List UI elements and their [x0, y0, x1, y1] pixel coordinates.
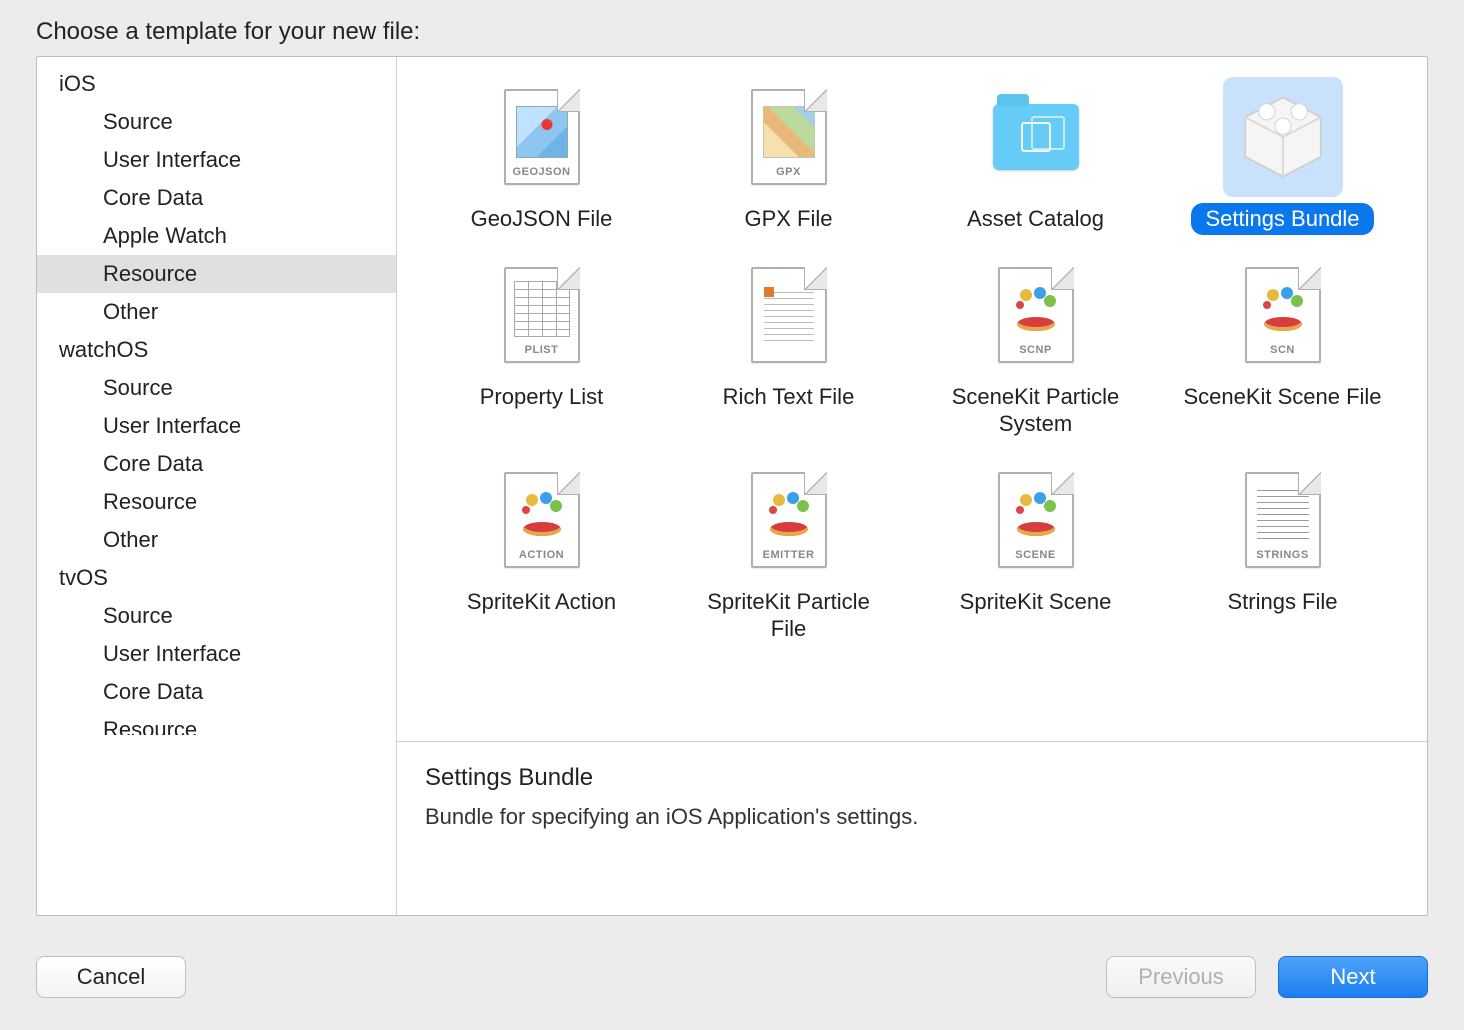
- template-grid: GEOJSON GeoJSON File GPX GPX File: [397, 57, 1427, 741]
- plist-file-icon: PLIST: [504, 267, 580, 363]
- sidebar-item-watchos-other[interactable]: Other: [37, 521, 396, 559]
- sidebar-item-ios-source[interactable]: Source: [37, 103, 396, 141]
- template-label: SceneKit Particle System: [921, 381, 1151, 440]
- template-label: GeoJSON File: [457, 203, 627, 235]
- template-label: Asset Catalog: [953, 203, 1118, 235]
- previous-button: Previous: [1106, 956, 1256, 998]
- template-label: Settings Bundle: [1191, 203, 1373, 235]
- scn-file-icon: SCN: [1245, 267, 1321, 363]
- sidebar-item-watchos-user-interface[interactable]: User Interface: [37, 407, 396, 445]
- sheet-footer: Cancel Previous Next: [36, 956, 1428, 998]
- template-label: SpriteKit Scene: [946, 586, 1126, 618]
- template-strings-file[interactable]: STRINGS Strings File: [1164, 460, 1401, 645]
- sidebar-item-tvos-core-data[interactable]: Core Data: [37, 673, 396, 711]
- description-text: Bundle for specifying an iOS Application…: [425, 804, 1399, 830]
- sidebar-platform-tvos[interactable]: tvOS: [37, 559, 396, 597]
- cancel-button[interactable]: Cancel: [36, 956, 186, 998]
- sidebar-platform-ios[interactable]: iOS: [37, 65, 396, 103]
- template-settings-bundle[interactable]: Settings Bundle: [1164, 77, 1401, 235]
- template-rich-text-file[interactable]: Rich Text File: [670, 255, 907, 440]
- sheet-heading: Choose a template for your new file:: [36, 18, 1428, 46]
- sk-scene-file-icon: SCENE: [998, 472, 1074, 568]
- description-title: Settings Bundle: [425, 764, 1399, 792]
- new-file-template-sheet: Choose a template for your new file: iOS…: [0, 0, 1454, 1020]
- sidebar-item-ios-apple-watch[interactable]: Apple Watch: [37, 217, 396, 255]
- asset-catalog-folder-icon: [993, 104, 1079, 170]
- template-geojson-file[interactable]: GEOJSON GeoJSON File: [423, 77, 660, 235]
- template-property-list[interactable]: PLIST Property List: [423, 255, 660, 440]
- template-spritekit-action[interactable]: ACTION SpriteKit Action: [423, 460, 660, 645]
- sidebar-item-tvos-resource[interactable]: Resource: [37, 711, 396, 735]
- settings-bundle-icon: [1238, 92, 1328, 182]
- sidebar-platform-watchos[interactable]: watchOS: [37, 331, 396, 369]
- template-description-box: Settings Bundle Bundle for specifying an…: [397, 741, 1427, 915]
- template-label: Strings File: [1213, 586, 1351, 618]
- sidebar-item-tvos-source[interactable]: Source: [37, 597, 396, 635]
- sidebar-item-watchos-resource[interactable]: Resource: [37, 483, 396, 521]
- strings-file-icon: STRINGS: [1245, 472, 1321, 568]
- rtf-file-icon: [751, 267, 827, 363]
- template-label: Rich Text File: [709, 381, 869, 413]
- template-label: SpriteKit Action: [453, 586, 630, 618]
- template-scenekit-scene-file[interactable]: SCN SceneKit Scene File: [1164, 255, 1401, 440]
- template-spritekit-scene[interactable]: SCENE SpriteKit Scene: [917, 460, 1154, 645]
- sidebar-item-tvos-user-interface[interactable]: User Interface: [37, 635, 396, 673]
- gpx-file-icon: GPX: [751, 89, 827, 185]
- sidebar-item-ios-other[interactable]: Other: [37, 293, 396, 331]
- template-label: SpriteKit Particle File: [674, 586, 904, 645]
- sidebar-item-ios-resource[interactable]: Resource: [37, 255, 396, 293]
- template-chooser-panel: iOS Source User Interface Core Data Appl…: [36, 56, 1428, 916]
- template-main-area: GEOJSON GeoJSON File GPX GPX File: [397, 57, 1427, 915]
- template-gpx-file[interactable]: GPX GPX File: [670, 77, 907, 235]
- sk-action-file-icon: ACTION: [504, 472, 580, 568]
- sidebar-item-ios-core-data[interactable]: Core Data: [37, 179, 396, 217]
- sk-emitter-file-icon: EMITTER: [751, 472, 827, 568]
- template-spritekit-particle-file[interactable]: EMITTER SpriteKit Particle File: [670, 460, 907, 645]
- scnp-file-icon: SCNP: [998, 267, 1074, 363]
- sidebar-item-watchos-core-data[interactable]: Core Data: [37, 445, 396, 483]
- template-asset-catalog[interactable]: Asset Catalog: [917, 77, 1154, 235]
- next-button[interactable]: Next: [1278, 956, 1428, 998]
- sidebar-item-ios-user-interface[interactable]: User Interface: [37, 141, 396, 179]
- template-label: SceneKit Scene File: [1169, 381, 1395, 413]
- geojson-file-icon: GEOJSON: [504, 89, 580, 185]
- sidebar-item-watchos-source[interactable]: Source: [37, 369, 396, 407]
- template-label: GPX File: [730, 203, 846, 235]
- template-label: Property List: [466, 381, 618, 413]
- platform-sidebar: iOS Source User Interface Core Data Appl…: [37, 57, 397, 915]
- template-scenekit-particle-system[interactable]: SCNP SceneKit Particle System: [917, 255, 1154, 440]
